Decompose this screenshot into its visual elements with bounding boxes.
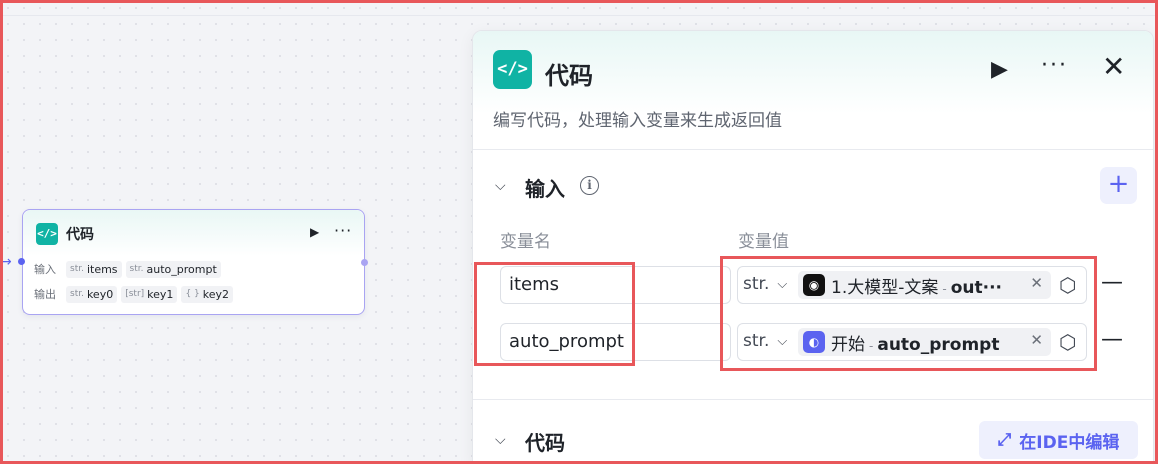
llm-icon: ◉ — [803, 274, 825, 296]
variable-reference-tag[interactable]: ◐ 开始 - auto_prompt ✕ — [798, 328, 1051, 356]
node-output-port[interactable] — [361, 259, 368, 266]
code-icon: </> — [36, 223, 58, 245]
ref-source: 1.大模型-文案 — [831, 277, 939, 298]
node-more-icon[interactable]: ··· — [334, 221, 352, 240]
add-input-button[interactable]: + — [1100, 167, 1137, 204]
variable-picker-icon[interactable]: ⬡ — [1059, 272, 1076, 298]
node-title: 代码 — [66, 227, 94, 243]
chevron-down-icon: ⌵ — [777, 276, 788, 292]
panel-description: 编写代码，处理输入变量来生成返回值 — [493, 111, 782, 131]
ref-source: 开始 — [831, 334, 865, 355]
panel-title: 代码 — [545, 62, 593, 90]
run-icon[interactable]: ▶ — [991, 57, 1008, 82]
type-select[interactable]: str. ⌵ — [743, 274, 787, 294]
node-outputs-row: 输出 str. key0 [str] key1 { } key2 — [34, 285, 234, 303]
node-output-chip: { } key2 — [181, 285, 234, 303]
type-select[interactable]: str. ⌵ — [743, 331, 787, 351]
node-inputs-row: 输入 str. items str. auto_prompt — [34, 260, 221, 278]
divider — [473, 399, 1153, 400]
node-input-chip: str. items — [66, 260, 122, 278]
column-header-name: 变量名 — [500, 232, 551, 252]
node-output-chip: [str] key1 — [121, 285, 178, 303]
variable-name-input[interactable]: items — [500, 266, 731, 304]
node-input-chip: str. auto_prompt — [125, 260, 221, 278]
variable-value-field: str. ⌵ ◐ 开始 - auto_prompt ✕ ⬡ — [737, 323, 1087, 361]
chevron-down-icon[interactable]: ⌵ — [495, 178, 506, 194]
variable-name-input[interactable]: auto_prompt — [500, 323, 731, 361]
node-input-port[interactable] — [18, 258, 25, 265]
chevron-down-icon: ⌵ — [777, 333, 788, 349]
chevron-down-icon[interactable]: ⌵ — [495, 432, 506, 448]
remove-reference-icon[interactable]: ✕ — [1030, 274, 1043, 292]
close-icon[interactable]: ✕ — [1102, 53, 1125, 81]
input-section-title[interactable]: 输入 — [525, 173, 565, 202]
expand-icon: ⤢ — [997, 430, 1012, 450]
start-icon: ◐ — [803, 331, 825, 353]
code-node-panel: </> 代码 ▶ ··· ✕ 编写代码，处理输入变量来生成返回值 ⌵ 输入 i … — [472, 30, 1154, 464]
variable-picker-icon[interactable]: ⬡ — [1059, 329, 1076, 355]
ref-field: auto_prompt — [877, 334, 1000, 355]
incoming-edge-arrow-icon: → — [0, 254, 12, 270]
remove-reference-icon[interactable]: ✕ — [1030, 331, 1043, 349]
node-output-label: 输出 — [34, 288, 56, 301]
remove-row-button[interactable]: — — [1101, 270, 1123, 295]
canvas-top-divider — [3, 15, 1155, 16]
more-icon[interactable]: ··· — [1041, 53, 1068, 78]
remove-row-button[interactable]: — — [1101, 327, 1123, 352]
node-output-chip: str. key0 — [66, 285, 118, 303]
info-icon[interactable]: i — [580, 176, 599, 195]
variable-reference-tag[interactable]: ◉ 1.大模型-文案 - out··· ✕ — [798, 271, 1051, 299]
edit-in-ide-button[interactable]: ⤢ 在IDE中编辑 — [979, 421, 1138, 459]
node-input-label: 输入 — [34, 263, 56, 276]
code-node-card[interactable]: </> 代码 ▶ ··· 输入 str. items str. auto_promp… — [22, 209, 365, 315]
column-header-value: 变量值 — [738, 232, 789, 252]
code-section-title[interactable]: 代码 — [525, 427, 565, 456]
node-run-icon[interactable]: ▶ — [310, 225, 319, 239]
ref-field: out··· — [950, 277, 1002, 298]
divider — [473, 149, 1153, 150]
code-icon: </> — [493, 50, 532, 89]
variable-value-field: str. ⌵ ◉ 1.大模型-文案 - out··· ✕ ⬡ — [737, 266, 1087, 304]
